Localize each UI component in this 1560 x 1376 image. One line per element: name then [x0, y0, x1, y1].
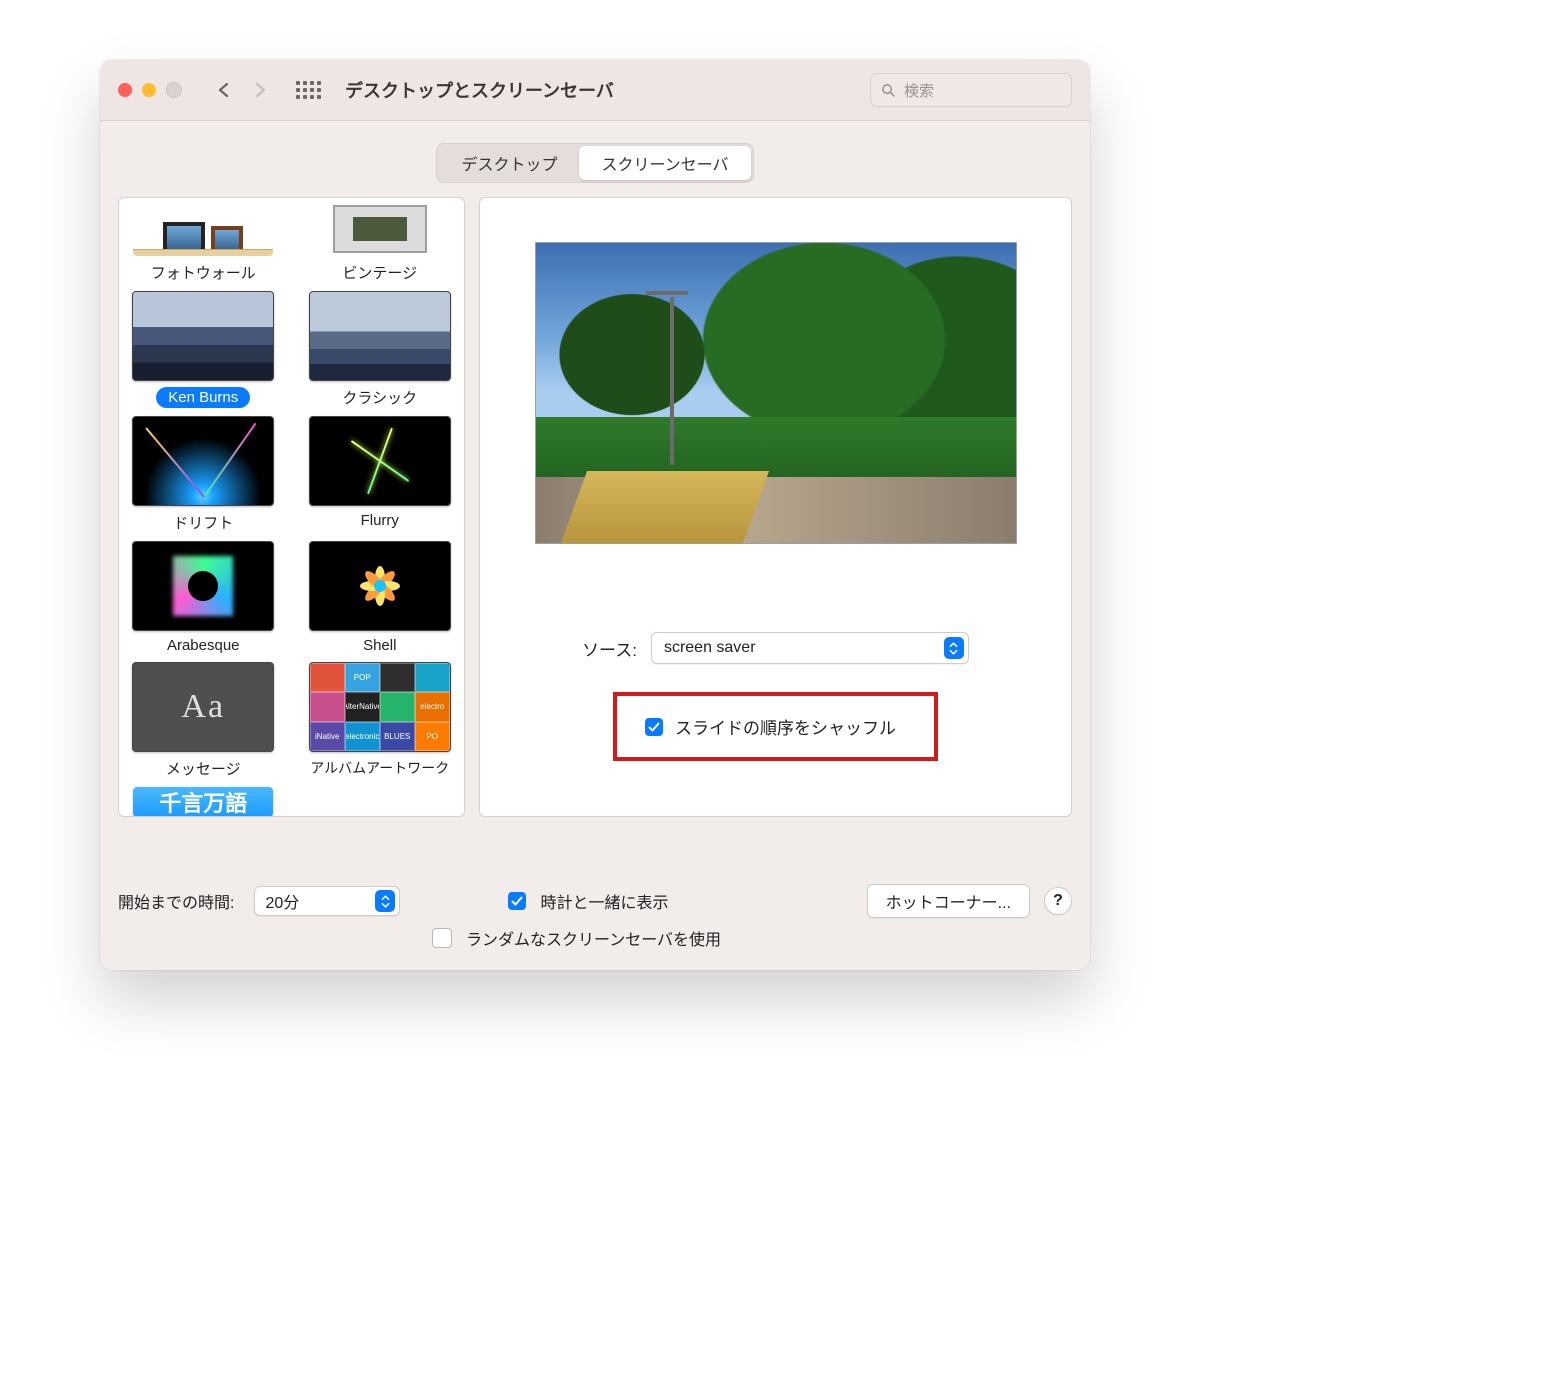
nav-arrows: [216, 82, 268, 98]
window-controls: [118, 82, 182, 98]
start-label: 開始までの時間:: [118, 889, 234, 913]
saver-arabesque[interactable]: Arabesque: [125, 541, 282, 654]
thumb-kenburns: [132, 291, 274, 381]
saver-classic[interactable]: クラシック: [302, 291, 459, 408]
help-button[interactable]: ?: [1044, 887, 1072, 915]
show-clock-checkbox[interactable]: [508, 892, 526, 910]
thumb-arabesque: [132, 541, 274, 631]
saver-drift[interactable]: ドリフト: [125, 416, 282, 533]
start-time-value: 20分: [265, 889, 299, 913]
shuffle-checkbox[interactable]: [645, 718, 663, 736]
start-time-select[interactable]: 20分: [254, 886, 400, 916]
source-label: ソース:: [582, 636, 637, 661]
check-icon: [648, 721, 660, 733]
source-select[interactable]: screen saver: [651, 632, 969, 664]
search-icon: [881, 83, 896, 98]
saver-flurry[interactable]: Flurry: [302, 416, 459, 533]
random-label: ランダムなスクリーンセーバを使用: [466, 926, 721, 950]
stepper-icon: [375, 890, 395, 912]
tab-screensaver[interactable]: スクリーンセーバ: [579, 146, 750, 180]
preview-panel: ソース: screen saver スライドの順序をシャッフル: [479, 197, 1072, 817]
tab-control: デスクトップ スクリーンセーバ: [100, 121, 1090, 197]
check-icon: [511, 895, 523, 907]
show-clock-label: 時計と一緒に表示: [540, 889, 668, 913]
hot-corners-button[interactable]: ホットコーナー...: [867, 884, 1030, 918]
window-title: デスクトップとスクリーンセーバ: [345, 77, 614, 103]
thumb-photowall: [133, 202, 273, 256]
search-placeholder: 検索: [904, 80, 934, 101]
thumb-shell: [309, 541, 451, 631]
forward-icon: [252, 82, 268, 98]
titlebar: デスクトップとスクリーンセーバ 検索: [100, 60, 1090, 121]
thumb-album: POP AlterNativeelectro iNativeelectronic…: [309, 662, 451, 752]
random-checkbox[interactable]: [432, 928, 452, 948]
prefs-window: デスクトップとスクリーンセーバ 検索 デスクトップ スクリーンセーバ: [100, 60, 1090, 970]
source-value: screen saver: [664, 639, 756, 657]
search-field[interactable]: 検索: [870, 73, 1072, 107]
thumb-flurry: [309, 416, 451, 506]
bottom-bar: 開始までの時間: 20分 時計と一緒に表示 ホットコーナー... ?: [118, 884, 1072, 950]
back-icon[interactable]: [216, 82, 232, 98]
minimize-icon[interactable]: [142, 83, 156, 97]
thumb-drift: [132, 416, 274, 506]
stepper-icon: [944, 637, 964, 659]
saver-word[interactable]: 千言万語: [125, 787, 282, 816]
thumb-message: Aa: [132, 662, 274, 752]
shuffle-label: スライドの順序をシャッフル: [675, 714, 896, 739]
zoom-icon: [166, 82, 182, 98]
thumb-vintage: [310, 202, 450, 256]
saver-kenburns[interactable]: Ken Burns: [125, 291, 282, 408]
thumb-classic: [309, 291, 451, 381]
screensaver-list[interactable]: フォトウォール ビンテージ Ken Burns クラシック: [118, 197, 465, 817]
show-all-icon[interactable]: [296, 81, 321, 99]
preview-image[interactable]: [535, 242, 1017, 544]
saver-message[interactable]: Aa メッセージ: [125, 662, 282, 779]
shuffle-highlight: スライドの順序をシャッフル: [613, 692, 938, 761]
thumb-word: 千言万語: [133, 787, 273, 816]
close-icon[interactable]: [118, 83, 132, 97]
tab-desktop[interactable]: デスクトップ: [439, 146, 579, 180]
saver-album[interactable]: POP AlterNativeelectro iNativeelectronic…: [302, 662, 459, 779]
saver-photowall[interactable]: フォトウォール: [125, 202, 282, 283]
saver-shell[interactable]: Shell: [302, 541, 459, 654]
saver-vintage[interactable]: ビンテージ: [302, 202, 459, 283]
